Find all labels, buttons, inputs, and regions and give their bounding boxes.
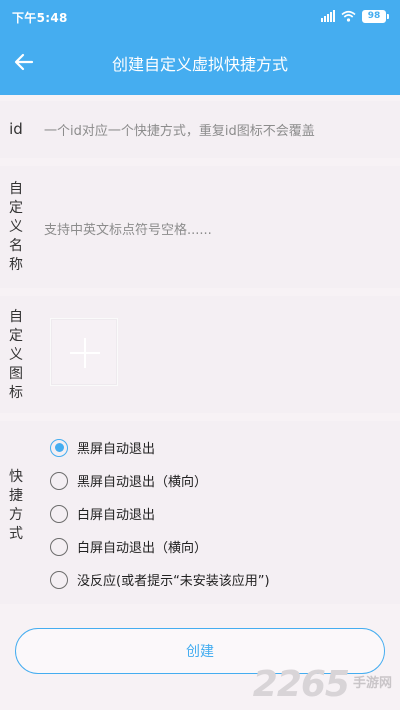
radio-option-white-exit[interactable]: 白屏自动退出	[50, 497, 270, 530]
radio-option-black-exit-landscape[interactable]: 黑屏自动退出（横向）	[50, 464, 270, 497]
radio-unchecked-icon	[50, 570, 68, 589]
signal-icon	[321, 10, 335, 22]
radio-option-no-response[interactable]: 没反应(或者提示“未安装该应用”)	[50, 563, 270, 596]
watermark-logo: 2265 手游网	[252, 663, 392, 705]
app-header: 下午5:48 98 创建自定义虚拟快捷方式	[0, 0, 400, 95]
arrow-left-icon	[14, 53, 34, 71]
shortcut-row: 快 捷 方 式 黑屏自动退出 黑屏自动退出（横向） 白屏自动退出 白屏自动退出（…	[0, 421, 400, 604]
page-title: 创建自定义虚拟快捷方式	[111, 55, 288, 74]
name-input[interactable]: 支持中英文标点符号空格......	[44, 219, 212, 238]
status-time: 下午5:48	[12, 11, 68, 25]
name-row: 自 定 义 名 称 支持中英文标点符号空格......	[0, 166, 400, 288]
radio-option-white-exit-landscape[interactable]: 白屏自动退出（横向）	[50, 530, 270, 563]
radio-checked-icon	[50, 438, 68, 457]
name-label: 自 定 义 名 称	[9, 180, 23, 273]
radio-unchecked-icon	[50, 537, 68, 556]
shortcut-label: 快 捷 方 式	[9, 469, 23, 542]
icon-label: 自 定 义 图 标	[9, 308, 23, 401]
radio-option-black-exit[interactable]: 黑屏自动退出	[50, 431, 270, 464]
radio-unchecked-icon	[50, 471, 68, 490]
radio-unchecked-icon	[50, 504, 68, 523]
shortcut-options: 黑屏自动退出 黑屏自动退出（横向） 白屏自动退出 白屏自动退出（横向） 没反应(…	[50, 431, 270, 596]
id-label: id	[9, 120, 23, 138]
add-icon-button[interactable]	[50, 318, 118, 386]
battery-icon: 98	[362, 9, 389, 23]
status-icons: 98	[321, 8, 389, 24]
id-row: id 一个id对应一个快捷方式，重复id图标不会覆盖	[0, 101, 400, 158]
icon-row: 自 定 义 图 标	[0, 296, 400, 413]
id-input[interactable]: 一个id对应一个快捷方式，重复id图标不会覆盖	[44, 120, 315, 139]
wifi-icon	[341, 10, 356, 22]
back-button[interactable]	[8, 46, 40, 78]
